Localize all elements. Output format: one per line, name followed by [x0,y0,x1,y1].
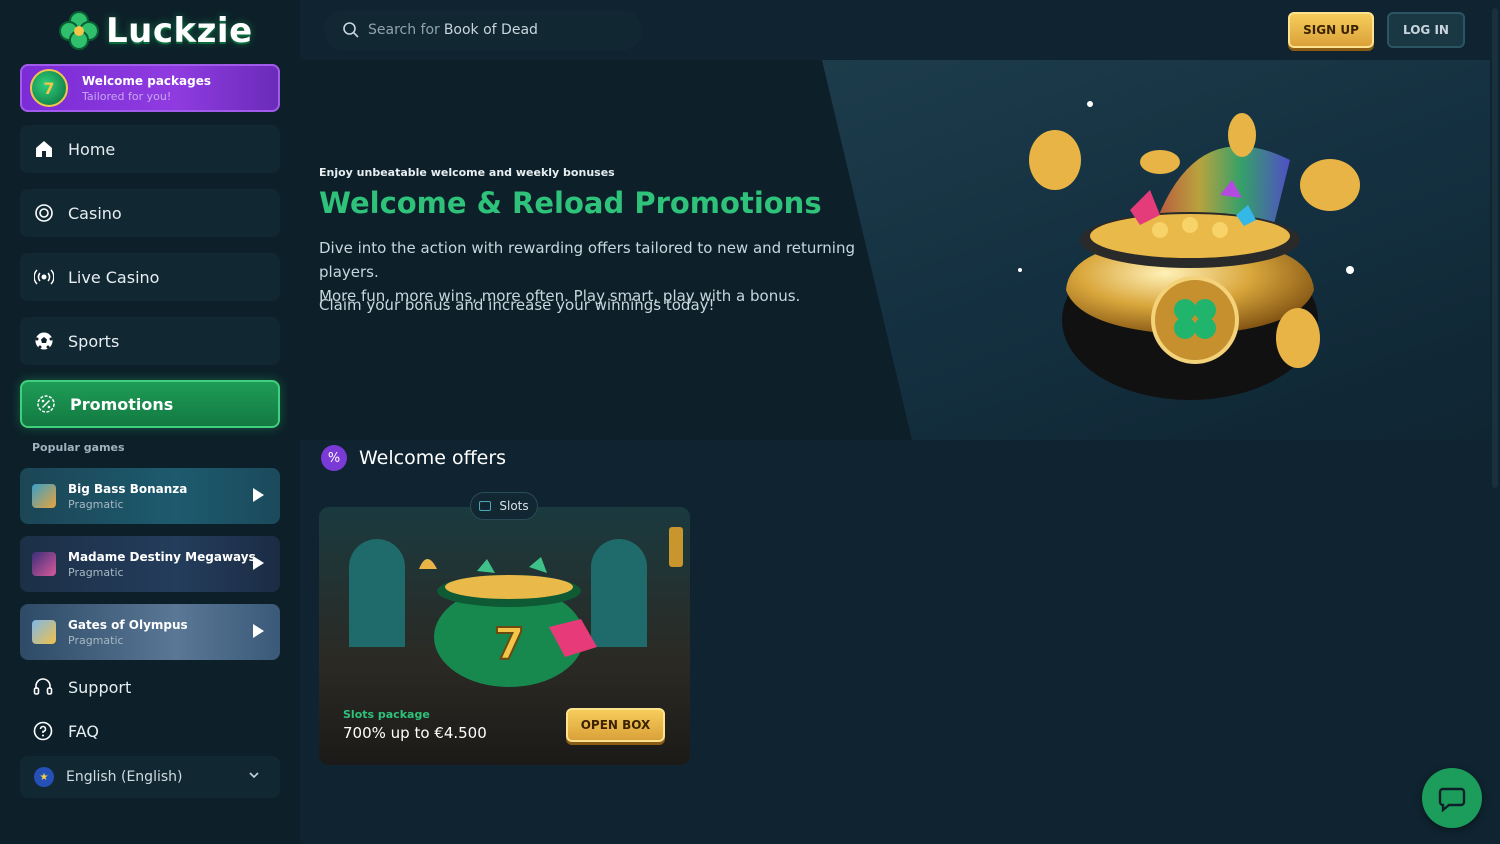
sidebar-item-live-casino[interactable]: Live Casino [20,253,280,301]
sidebar-item-sports[interactable]: Sports [20,317,280,365]
scrollbar-thumb[interactable] [1492,8,1498,488]
pot-of-gold-illustration [1018,101,1360,400]
casino-chip-icon [35,204,53,222]
play-icon[interactable] [253,624,264,638]
game-card-gates-of-olympus[interactable]: Gates of Olympus Pragmatic [20,604,280,660]
sidebar-item-faq[interactable]: FAQ [32,720,99,742]
search-icon [343,22,359,38]
page-title: Welcome & Reload Promotions [319,186,822,220]
chevron-down-icon [249,772,259,779]
play-icon[interactable] [253,556,264,570]
welcome-offers-title: Welcome offers [359,447,507,469]
search-placeholder-prefix: Search for [368,22,440,38]
headset-icon [33,678,53,695]
question-circle-icon [33,721,53,741]
slot-machine-icon [479,501,492,511]
game-name: Madame Destiny Megaways [68,549,256,564]
search-placeholder-term: Book of Dead [443,22,538,38]
hero-description-line: Dive into the action with rewarding offe… [319,239,856,281]
hero-kicker: Enjoy unbeatable welcome and weekly bonu… [319,166,615,179]
promotions-hero: Enjoy unbeatable welcome and weekly bonu… [300,60,1490,440]
offer-category-tag: Slots [470,492,538,520]
game-card-big-bass-bonanza[interactable]: Big Bass Bonanza Pragmatic [20,468,280,524]
hero-claim: Claim your bonus and increase your winni… [319,296,715,314]
language-label: English (English) [66,769,183,785]
sidebar-item-label: Casino [68,203,122,223]
search-input[interactable]: Search for Book of Dead [324,10,642,50]
sidebar-item-casino[interactable]: Casino [20,189,280,237]
sidebar-item-support[interactable]: Support [32,676,131,698]
welcome-packages-title: Welcome packages [82,73,211,88]
sidebar-item-label: Live Casino [68,267,160,287]
offer-tag-label: Slots [499,499,529,513]
chat-bubble-icon [1438,787,1466,813]
language-selector[interactable]: ★ English (English) [20,756,280,798]
green-pot-illustration: 7 [349,527,683,687]
live-broadcast-icon [34,269,54,285]
sidebar: Luckzie 7 Welcome packages Tailored for … [0,0,300,844]
svg-text:7: 7 [494,619,525,670]
live-chat-button[interactable] [1422,768,1482,828]
home-icon [36,141,52,157]
game-card-madame-destiny-megaways[interactable]: Madame Destiny Megaways Pragmatic [20,536,280,592]
percent-badge-icon: % [321,445,347,471]
lucky-coin-icon: 7 [30,69,68,107]
welcome-packages-banner[interactable]: 7 Welcome packages Tailored for you! [20,64,280,112]
offer-amount: 700% up to €4.500 [343,724,487,742]
game-provider: Pragmatic [68,565,124,579]
sidebar-item-home[interactable]: Home [20,125,280,173]
game-provider: Pragmatic [68,497,124,511]
sidebar-item-label: Sports [68,331,120,351]
offer-card-slots-package[interactable]: 7 Slots package 700% up to €4.500 OPEN B… [319,507,690,765]
sidebar-item-label: Promotions [70,394,174,414]
popular-games-heading: Popular games [32,441,125,454]
play-icon[interactable] [253,488,264,502]
sidebar-item-label: FAQ [68,721,99,741]
offer-subtitle: Slots package [343,708,430,721]
game-name: Gates of Olympus [68,617,188,632]
sidebar-item-label: Support [68,677,132,697]
game-thumbnail [32,484,56,508]
game-provider: Pragmatic [68,633,124,647]
game-thumbnail [32,620,56,644]
clover-logo-icon [59,11,99,50]
logo[interactable]: Luckzie [58,10,253,52]
page-scrollbar[interactable] [1490,0,1500,844]
sign-up-button[interactable]: SIGN UP [1288,12,1374,48]
game-name: Big Bass Bonanza [68,481,188,496]
welcome-offers-heading: % Welcome offers [321,445,506,471]
soccer-ball-icon [35,332,53,350]
sidebar-item-label: Home [68,139,116,159]
eu-flag-icon: ★ [34,767,54,787]
welcome-packages-subtitle: Tailored for you! [82,89,172,103]
sidebar-item-promotions[interactable]: Promotions [20,380,280,428]
open-box-button[interactable]: OPEN BOX [566,708,665,742]
log-in-button[interactable]: LOG IN [1387,12,1465,48]
percent-badge-icon [37,395,55,413]
brand-name: Luckzie [106,11,253,51]
game-thumbnail [32,552,56,576]
